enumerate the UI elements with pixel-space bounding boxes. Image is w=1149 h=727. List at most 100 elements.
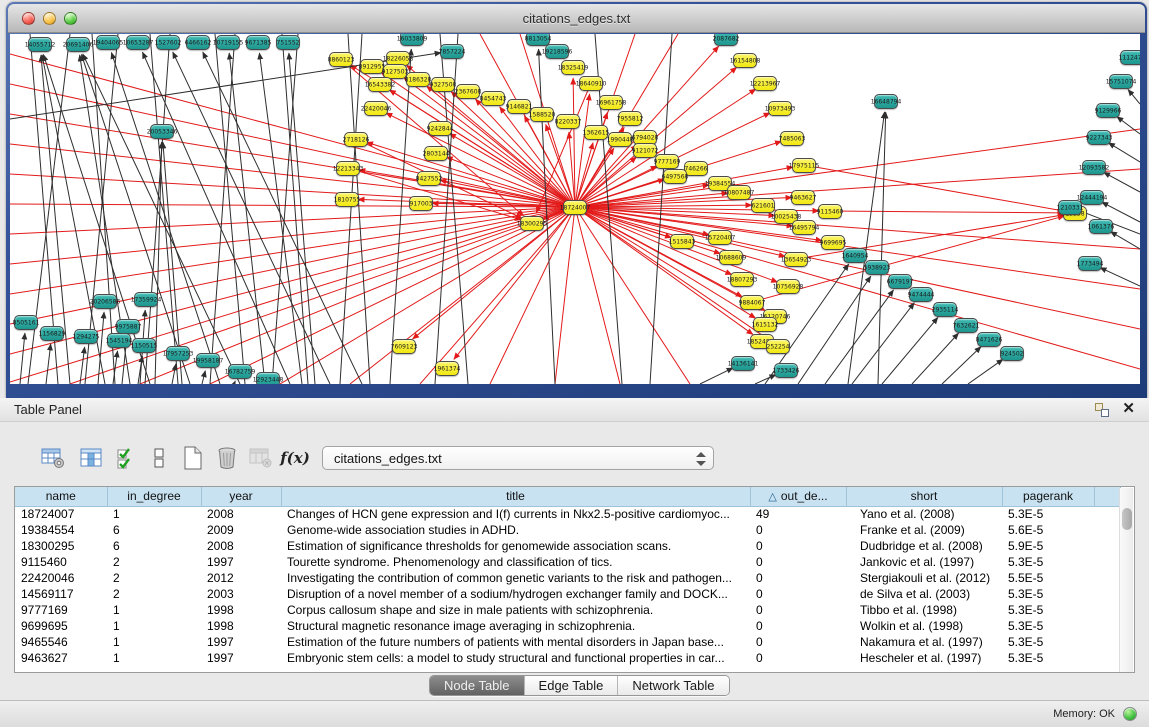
graph-node[interactable]: 751552 — [276, 35, 300, 50]
graph-node[interactable]: 924502 — [1000, 346, 1024, 361]
graph-node[interactable]: 6679197 — [888, 274, 912, 289]
tab-edge-table[interactable]: Edge Table — [525, 676, 619, 695]
graph-node[interactable]: 621601 — [751, 198, 775, 213]
column-header-out_degree[interactable]: △out_de... — [750, 487, 846, 506]
graph-node[interactable]: 17975115 — [792, 158, 816, 173]
graph-node[interactable]: 1210331 — [1058, 200, 1082, 215]
table-row[interactable]: 911546021997Tourette syndrome. Phenomeno… — [15, 554, 1120, 570]
graph-node[interactable]: 8912955 — [360, 59, 384, 74]
graph-node[interactable]: 15751074 — [1109, 74, 1133, 89]
graph-node[interactable]: 1527602 — [156, 35, 180, 50]
function-builder-icon[interactable]: f(x) — [280, 444, 310, 472]
graph-node[interactable]: 9327508 — [431, 77, 455, 92]
table-row[interactable]: 2242004622012Investigating the contribut… — [15, 570, 1120, 586]
graph-node[interactable]: 18807293 — [730, 272, 754, 287]
graph-node[interactable]: 1773494 — [1078, 256, 1102, 271]
graph-node[interactable]: 1545194 — [107, 333, 131, 348]
graph-node[interactable]: 9146821 — [507, 99, 531, 114]
graph-node[interactable]: 7955812 — [618, 111, 642, 126]
graph-node[interactable]: 15720407 — [708, 230, 732, 245]
graph-node[interactable]: 9463627 — [791, 190, 815, 205]
graph-node[interactable]: 12093582 — [1082, 160, 1106, 175]
graph-node[interactable]: 2367608 — [456, 84, 480, 99]
graph-node[interactable]: 20206586 — [93, 294, 117, 309]
graph-node[interactable]: 18640910 — [579, 76, 603, 91]
graph-node[interactable]: 9227343 — [1087, 130, 1111, 145]
graph-node[interactable]: 19404065 — [96, 35, 120, 50]
network-canvas[interactable]: 1872400788601238912955182260589127503818… — [10, 34, 1140, 384]
graph-node[interactable]: 1061376 — [1089, 219, 1113, 234]
table-row[interactable]: 1872400712008Changes of HCN gene express… — [15, 506, 1120, 522]
graph-node[interactable]: 16495794 — [792, 220, 816, 235]
graph-node[interactable]: 1515843 — [670, 234, 694, 249]
graph-node[interactable]: 1990448 — [608, 132, 632, 147]
graph-node[interactable]: 14055712 — [28, 37, 52, 52]
graph-node[interactable]: 9129966 — [1096, 103, 1120, 118]
graph-node[interactable]: 7609123 — [392, 339, 416, 354]
graph-node[interactable]: 9121072 — [633, 143, 657, 158]
graph-node[interactable]: 8505161 — [14, 315, 38, 330]
graph-node[interactable]: 2935114 — [933, 302, 957, 317]
graph-node[interactable]: 1156829 — [40, 326, 64, 341]
table-row[interactable]: 1830029562008Estimation of significance … — [15, 538, 1120, 554]
graph-node[interactable]: 9242844 — [428, 121, 452, 136]
column-visibility-icon[interactable] — [76, 444, 106, 472]
graph-node[interactable]: 1294275 — [74, 329, 98, 344]
graph-node[interactable]: 17359924 — [134, 292, 158, 307]
graph-node[interactable]: 8454743 — [481, 91, 505, 106]
close-panel-icon[interactable]: ✕ — [1122, 401, 1135, 417]
graph-node[interactable]: 12444194 — [1080, 190, 1104, 205]
table-selector-dropdown[interactable]: citations_edges.txt — [322, 446, 714, 470]
table-row[interactable]: 946554611997Estimation of the future num… — [15, 634, 1120, 650]
graph-node[interactable]: 12213967 — [753, 76, 777, 91]
graph-node[interactable]: 6497568 — [663, 169, 687, 184]
graph-node[interactable]: 1640954 — [843, 248, 867, 263]
graph-node[interactable]: 12923448 — [256, 372, 280, 384]
graph-node[interactable]: 8860123 — [329, 52, 353, 67]
graph-node[interactable]: 10688609 — [719, 250, 743, 265]
graph-node[interactable]: 16961758 — [599, 95, 623, 110]
graph-node[interactable]: 9884067 — [740, 295, 764, 310]
graph-node[interactable]: 917003 — [409, 196, 433, 211]
graph-node[interactable]: 20691406 — [66, 37, 90, 52]
column-header-in_degree[interactable]: in_degree — [107, 487, 201, 506]
graph-node[interactable]: 16648794 — [874, 94, 898, 109]
table-options-icon[interactable] — [38, 444, 68, 472]
column-header-short[interactable]: short — [846, 487, 1002, 506]
graph-node[interactable]: 9699695 — [821, 235, 845, 250]
graph-node[interactable]: 1112478 — [1120, 50, 1140, 65]
graph-node[interactable]: 1588520 — [530, 107, 554, 122]
graph-node[interactable]: 2087682 — [714, 34, 738, 46]
graph-node[interactable]: 16154808 — [733, 53, 757, 68]
graph-node[interactable]: 1615132 — [753, 317, 777, 332]
window-titlebar[interactable]: citations_edges.txt — [8, 4, 1145, 33]
graph-node[interactable]: 22420046 — [364, 101, 388, 116]
graph-node[interactable]: 17957253 — [166, 346, 190, 361]
graph-node[interactable]: 10807487 — [727, 185, 751, 200]
table-row[interactable]: 977716911998Corpus callosum shape and si… — [15, 602, 1120, 618]
graph-node[interactable]: 1961374 — [435, 361, 459, 376]
graph-node[interactable]: 14136141 — [731, 356, 755, 371]
graph-node[interactable]: 9671385 — [246, 35, 270, 50]
graph-node[interactable]: 20053346 — [150, 124, 174, 139]
tab-node-table[interactable]: Node Table — [430, 676, 525, 695]
column-header-name[interactable]: name — [15, 487, 107, 506]
graph-node[interactable]: 10653287 — [126, 35, 150, 50]
graph-node[interactable]: 10973493 — [768, 101, 792, 116]
graph-node[interactable]: 7857224 — [440, 44, 464, 59]
row-select-icon[interactable] — [112, 444, 142, 472]
graph-node[interactable]: 2718126 — [344, 132, 368, 147]
graph-node[interactable]: 19218596 — [545, 44, 569, 59]
graph-node[interactable]: 9975887 — [116, 319, 140, 334]
table-row[interactable]: 1456911722003Disruption of a novel membe… — [15, 586, 1120, 602]
graph-node[interactable]: 16543382 — [368, 77, 392, 92]
graph-node[interactable]: 5938923 — [865, 260, 889, 275]
graph-node[interactable]: 252254 — [766, 339, 790, 354]
column-header-title[interactable]: title — [281, 487, 750, 506]
table-row[interactable]: 1938455462009Genome-wide association stu… — [15, 522, 1120, 538]
merge-rows-icon[interactable] — [144, 444, 174, 472]
column-header-year[interactable]: year — [201, 487, 281, 506]
graph-node[interactable]: 10719155 — [216, 35, 240, 50]
float-panel-icon[interactable] — [1095, 403, 1109, 417]
graph-node[interactable]: 12213343 — [336, 161, 360, 176]
